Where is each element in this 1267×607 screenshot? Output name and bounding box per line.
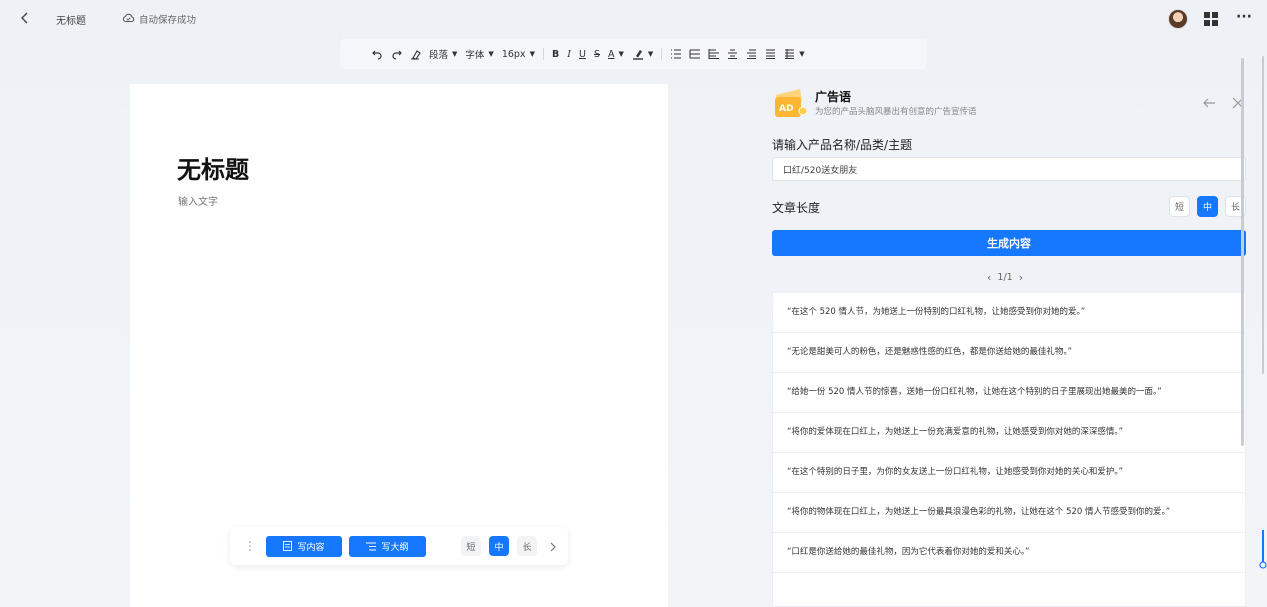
chevron-right-icon[interactable]: › xyxy=(1019,271,1023,284)
chevron-down-icon: ▼ xyxy=(452,50,458,58)
clear-format-icon[interactable] xyxy=(406,44,425,64)
chevron-down-icon: ▼ xyxy=(618,50,624,58)
align-center-icon[interactable] xyxy=(723,44,742,64)
align-right-icon[interactable] xyxy=(742,44,761,64)
document-icon xyxy=(283,541,293,551)
save-status: 自动保存成功 xyxy=(122,12,196,26)
length-long-button[interactable]: 长 xyxy=(517,536,537,556)
write-outline-label: 写大纲 xyxy=(381,542,409,553)
font-size-select[interactable]: 16px ▼ xyxy=(498,44,539,64)
bullet-list-icon[interactable] xyxy=(685,44,704,64)
font-size-label: 16px xyxy=(501,48,526,60)
product-input-label: 请输入产品名称/品类/主题 xyxy=(772,138,913,152)
length-option-short[interactable]: 短 xyxy=(1169,196,1190,217)
write-outline-button[interactable]: 写大纲 xyxy=(349,535,426,557)
paragraph-label: 段落 xyxy=(429,50,449,61)
result-item[interactable]: “在这个特别的日子里，为你的女友送上一份口红礼物，让她感受到你对她的关心和爱护。… xyxy=(773,453,1245,493)
save-status-text: 自动保存成功 xyxy=(139,15,197,26)
panel-scrollbar[interactable] xyxy=(1241,58,1244,446)
result-item[interactable]: “将你的物体现在口红上，为她送上一份最具浪漫色彩的礼物，让她在这个 520 情人… xyxy=(773,493,1245,533)
ad-slogan-panel: AD 广告语 为您的产品头脑风暴出有创意的广告宣传语 请输入产品名称/品类/主题… xyxy=(772,84,1246,607)
body-placeholder[interactable]: 输入文字 xyxy=(178,193,218,208)
top-bar: 无标题 自动保存成功 ··· xyxy=(0,0,1267,38)
length-label: 文章长度 xyxy=(772,201,821,215)
pager-text: 1/1 xyxy=(997,272,1013,283)
length-medium-button[interactable]: 中 xyxy=(489,536,509,556)
italic-button[interactable]: I xyxy=(563,44,575,64)
editor-page[interactable]: 无标题 输入文字 ⋮ 写内容 写大纲 短 中 长 xyxy=(130,84,668,607)
divider xyxy=(661,48,663,60)
chevron-down-icon: ▼ xyxy=(488,50,494,58)
arrow-left-icon[interactable] xyxy=(1202,95,1216,109)
result-item[interactable]: “口红是你送给她的最佳礼物，因为它代表着你对她的爱和关心。” xyxy=(773,533,1245,573)
result-item[interactable]: “在这个 520 情人节，为她送上一份特别的口红礼物，让她感受到你对她的爱。” xyxy=(773,293,1245,333)
drag-handle-icon[interactable]: ⋮ xyxy=(244,540,256,552)
highlight-button[interactable]: ▼ xyxy=(628,44,657,64)
outline-icon xyxy=(366,542,377,550)
redo-icon[interactable] xyxy=(387,44,406,64)
font-color-button[interactable]: A ▼ xyxy=(604,44,628,64)
format-toolbar: 段落 ▼ 字体 ▼ 16px ▼ B I U S A ▼ ▼ ▼ xyxy=(340,39,927,69)
font-color-icon: A xyxy=(607,48,615,60)
panel-subtitle: 为您的产品头脑风暴出有创意的广告宣传语 xyxy=(815,107,977,117)
result-pager: ‹ 1/1 › xyxy=(987,271,1023,284)
result-item[interactable]: “无论是甜美可人的粉色，还是魅惑性感的红色，都是你送给她的最佳礼物。” xyxy=(773,333,1245,373)
chevron-right-icon[interactable] xyxy=(549,537,557,556)
apps-grid-icon[interactable] xyxy=(1204,11,1218,26)
write-content-label: 写内容 xyxy=(297,542,325,553)
result-item[interactable]: “给她一份 520 情人节的惊喜，送她一份口红礼物，让她在这个特别的日子里展现出… xyxy=(773,373,1245,413)
align-left-icon[interactable] xyxy=(704,44,723,64)
svg-text:AD: AD xyxy=(779,104,793,114)
slider-handle[interactable] xyxy=(1259,530,1267,570)
divider xyxy=(542,48,544,60)
page-title[interactable]: 无标题 xyxy=(177,150,249,185)
cloud-icon xyxy=(122,12,135,26)
ai-float-bar: ⋮ 写内容 写大纲 短 中 长 xyxy=(230,527,568,565)
ordered-list-icon[interactable] xyxy=(666,44,685,64)
font-select[interactable]: 字体 ▼ xyxy=(461,44,497,64)
ad-logo-icon: AD xyxy=(774,87,808,119)
chevron-down-icon: ▼ xyxy=(799,50,805,58)
highlight-icon xyxy=(632,48,644,60)
bold-button[interactable]: B xyxy=(548,44,563,64)
panel-title: 广告语 xyxy=(815,90,852,104)
avatar[interactable] xyxy=(1168,9,1188,29)
more-icon[interactable]: ··· xyxy=(1236,9,1252,25)
generate-button[interactable]: 生成内容 xyxy=(772,230,1246,256)
window-scrollbar[interactable] xyxy=(1262,56,1264,374)
write-content-button[interactable]: 写内容 xyxy=(266,535,342,557)
chevron-down-icon: ▼ xyxy=(529,50,535,58)
underline-button[interactable]: U xyxy=(575,44,590,64)
result-item[interactable]: “将你的爱体现在口红上，为她送上一份充满爱意的礼物，让她感受到你对她的深深感情。… xyxy=(773,413,1245,453)
result-list: “在这个 520 情人节，为她送上一份特别的口红礼物，让她感受到你对她的爱。” … xyxy=(772,292,1246,607)
align-justify-icon[interactable] xyxy=(761,44,780,64)
line-height-icon xyxy=(784,49,795,59)
length-short-button[interactable]: 短 xyxy=(461,536,481,556)
undo-icon[interactable] xyxy=(368,44,387,64)
product-input[interactable] xyxy=(772,157,1246,181)
chevron-left-icon[interactable]: ‹ xyxy=(987,271,991,284)
strikethrough-button[interactable]: S xyxy=(590,44,604,64)
length-option-medium[interactable]: 中 xyxy=(1197,196,1218,217)
chevron-down-icon: ▼ xyxy=(647,50,654,58)
line-height-select[interactable]: ▼ xyxy=(780,44,808,64)
doc-title[interactable]: 无标题 xyxy=(56,12,86,27)
paragraph-select[interactable]: 段落 ▼ xyxy=(425,44,461,64)
back-icon[interactable] xyxy=(17,10,33,26)
font-label: 字体 xyxy=(465,50,485,61)
length-options: 短 中 长 xyxy=(1169,196,1246,217)
